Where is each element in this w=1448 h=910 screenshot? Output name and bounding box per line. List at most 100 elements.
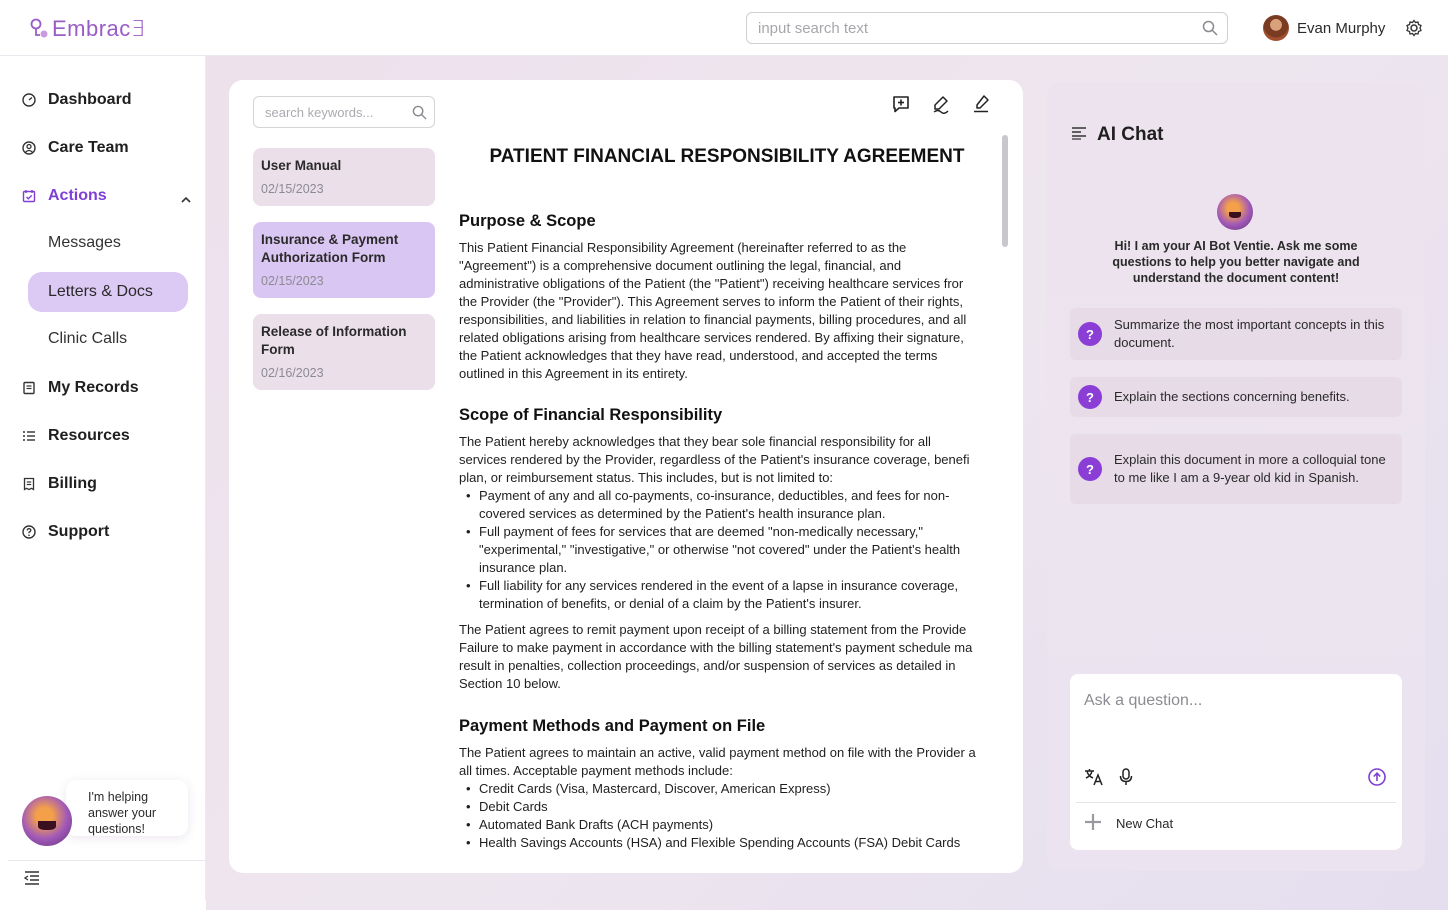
search-icon[interactable] xyxy=(404,105,434,120)
user-menu[interactable]: Evan Murphy xyxy=(1263,14,1385,42)
sidebar-item-label: Care Team xyxy=(48,139,129,156)
chat-header: AI Chat xyxy=(1071,124,1164,146)
sidebar-item-label: Support xyxy=(48,523,110,540)
document-card-date: 02/16/2023 xyxy=(261,366,324,380)
records-icon xyxy=(22,381,36,395)
logo-icon xyxy=(30,18,48,38)
sidebar: Dashboard Care Team Actions Messages Let… xyxy=(8,56,206,900)
ai-chat-panel: AI Chat Hi! I am your AI Bot Ventie. Ask… xyxy=(1047,82,1425,871)
question-badge-icon: ? xyxy=(1078,385,1102,409)
sidebar-item-my-records[interactable]: My Records xyxy=(22,377,139,399)
bot-avatar xyxy=(1217,194,1253,230)
chat-composer: New Chat xyxy=(1070,674,1402,850)
send-button[interactable] xyxy=(1368,768,1386,791)
sidebar-item-dashboard[interactable]: Dashboard xyxy=(22,89,132,111)
document-viewer[interactable]: PATIENT FINANCIAL RESPONSIBILITY AGREEME… xyxy=(459,138,995,873)
gear-icon[interactable] xyxy=(1405,19,1423,42)
section-heading: Purpose & Scope xyxy=(459,212,596,230)
document-card-title: Release of Information Form xyxy=(261,324,407,357)
microphone-icon[interactable] xyxy=(1118,768,1134,791)
top-bar: Embrac∃ Evan Murphy xyxy=(0,0,1448,56)
chat-intro: Hi! I am your AI Bot Ventie. Ask me some… xyxy=(1112,239,1360,285)
divider xyxy=(1076,802,1396,803)
list-item: Credit Cards (Visa, Mastercard, Discover… xyxy=(459,780,995,798)
keyword-search[interactable] xyxy=(253,96,435,128)
mascot-avatar[interactable] xyxy=(22,796,72,846)
document-panel: User Manual 02/15/2023 Insurance & Payme… xyxy=(229,80,1023,873)
document-card[interactable]: Release of Information Form 02/16/2023 xyxy=(253,314,435,390)
document-card[interactable]: Insurance & Payment Authorization Form 0… xyxy=(253,222,435,298)
section-paragraph: The Patient hereby acknowledges that the… xyxy=(459,434,970,485)
chat-title: AI Chat xyxy=(1097,124,1164,145)
chevron-up-icon[interactable] xyxy=(180,191,192,209)
new-chat-button[interactable]: New Chat xyxy=(1084,812,1173,834)
suggested-question[interactable]: ? Summarize the most important concepts … xyxy=(1070,308,1402,360)
global-search[interactable] xyxy=(746,12,1228,44)
receipt-icon xyxy=(22,477,36,491)
helper-bubble: I'm helping answer your questions! xyxy=(66,780,188,836)
bullet-list: Payment of any and all co-payments, co-i… xyxy=(459,487,995,613)
document-card-title: User Manual xyxy=(261,158,342,173)
list-item: Health Savings Accounts (HSA) and Flexib… xyxy=(459,834,995,852)
document-card[interactable]: User Manual 02/15/2023 xyxy=(253,148,435,206)
sidebar-item-label: Resources xyxy=(48,427,130,444)
document-card-title: Insurance & Payment Authorization Form xyxy=(261,232,399,265)
sidebar-subitem-letters-docs[interactable]: Letters & Docs xyxy=(28,272,188,312)
user-name: Evan Murphy xyxy=(1297,19,1386,37)
sidebar-item-support[interactable]: Support xyxy=(22,521,109,543)
search-icon[interactable] xyxy=(1193,20,1227,36)
global-search-input[interactable] xyxy=(747,19,1193,37)
keyword-search-input[interactable] xyxy=(254,104,404,120)
section-heading: Payment Methods and Payment on File xyxy=(459,717,766,735)
document-card-date: 02/15/2023 xyxy=(261,274,324,288)
suggested-question[interactable]: ? Explain the sections concerning benefi… xyxy=(1070,377,1402,417)
suggested-question[interactable]: ? Explain this document in more a colloq… xyxy=(1070,434,1402,504)
avatar[interactable] xyxy=(1263,15,1289,41)
assistant-helper[interactable]: I'm helping answer your questions! xyxy=(22,774,190,860)
document-toolbar xyxy=(891,94,991,114)
dashboard-icon xyxy=(22,93,36,107)
section-heading: Scope of Financial Responsibility xyxy=(459,406,723,424)
new-chat-label: New Chat xyxy=(1116,815,1174,831)
sidebar-item-resources[interactable]: Resources xyxy=(22,425,130,447)
add-comment-icon[interactable] xyxy=(891,94,911,114)
list-item: Payment of any and all co-payments, co-i… xyxy=(459,487,995,523)
menu-lines-icon[interactable] xyxy=(1071,124,1087,146)
list-item: Full payment of fees for services that a… xyxy=(459,523,995,577)
sign-icon[interactable] xyxy=(931,94,951,114)
highlight-icon[interactable] xyxy=(971,94,991,114)
user-circle-icon xyxy=(22,141,36,155)
sidebar-item-label: Actions xyxy=(48,187,107,204)
calendar-check-icon xyxy=(22,189,36,203)
composer-tools xyxy=(1084,768,1134,791)
list-item: Automated Bank Drafts (ACH payments) xyxy=(459,816,995,834)
collapse-menu-icon[interactable] xyxy=(23,871,40,890)
list-item: Full liability for any services rendered… xyxy=(459,577,995,613)
list-icon xyxy=(22,429,36,443)
sidebar-subitem-clinic-calls[interactable]: Clinic Calls xyxy=(28,319,188,359)
sidebar-item-billing[interactable]: Billing xyxy=(22,473,97,495)
sidebar-item-label: Dashboard xyxy=(48,91,132,108)
bullet-list: Credit Cards (Visa, Mastercard, Discover… xyxy=(459,780,995,852)
logo-text: Embrac∃ xyxy=(52,16,146,41)
plus-icon xyxy=(1084,813,1102,834)
sidebar-footer xyxy=(8,860,206,900)
document-title: PATIENT FINANCIAL RESPONSIBILITY AGREEME… xyxy=(489,146,965,167)
section-paragraph: The Patient agrees to maintain an active… xyxy=(459,745,976,778)
section-paragraph: The Patient agrees to remit payment upon… xyxy=(459,622,973,691)
sidebar-subitem-messages[interactable]: Messages xyxy=(28,223,188,263)
sidebar-item-care-team[interactable]: Care Team xyxy=(22,137,129,159)
section-paragraph: This Patient Financial Responsibility Ag… xyxy=(459,240,967,381)
question-badge-icon: ? xyxy=(1078,457,1102,481)
sidebar-item-label: My Records xyxy=(48,379,139,396)
document-scrollbar[interactable] xyxy=(1002,135,1008,247)
list-item: Debit Cards xyxy=(459,798,995,816)
document-card-date: 02/15/2023 xyxy=(261,182,324,196)
chat-input[interactable] xyxy=(1084,692,1384,742)
translate-icon[interactable] xyxy=(1084,768,1104,791)
help-icon xyxy=(22,525,36,539)
app-logo[interactable]: Embrac∃ xyxy=(30,16,145,42)
sidebar-item-label: Billing xyxy=(48,475,97,492)
sidebar-item-actions[interactable]: Actions xyxy=(22,185,107,207)
question-badge-icon: ? xyxy=(1078,322,1102,346)
